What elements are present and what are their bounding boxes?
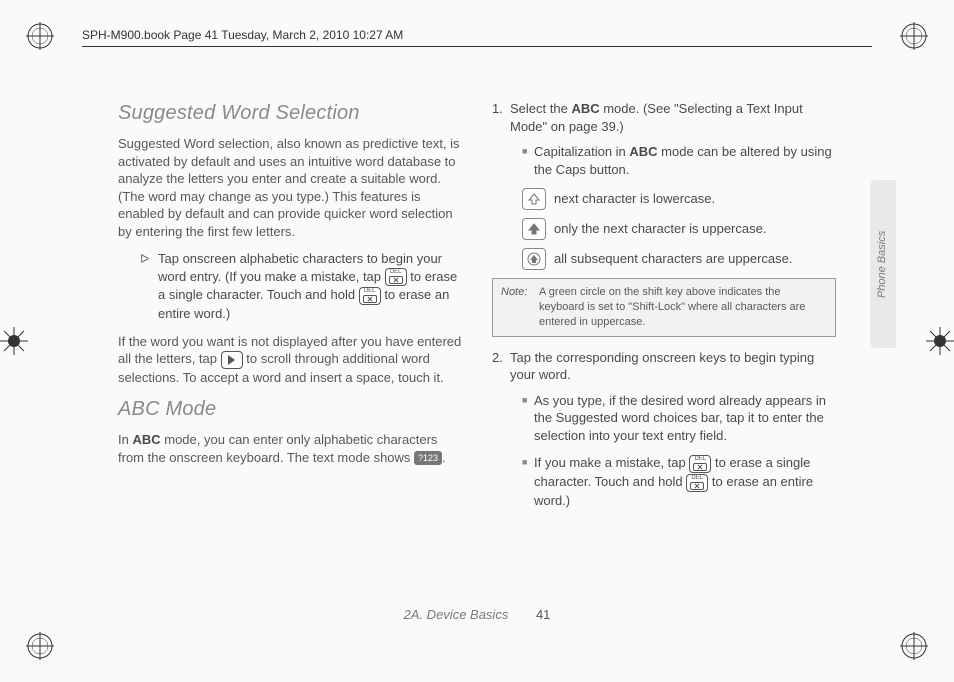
shift-key-icon: [522, 218, 546, 240]
abc-bold: ABC: [132, 432, 160, 447]
shift-state-single-upper: only the next character is uppercase.: [522, 218, 836, 240]
content-area: Suggested Word Selection Suggested Word …: [118, 100, 836, 610]
text: In: [118, 432, 132, 447]
sub-bullet-capitalization: ■ Capitalization in ABC mode can be alte…: [522, 143, 836, 178]
shift-key-icon: [522, 248, 546, 270]
registration-mark-icon: [900, 632, 928, 660]
para-scroll: If the word you want is not displayed af…: [118, 333, 462, 387]
delete-key-icon: DEL: [359, 287, 381, 305]
left-column: Suggested Word Selection Suggested Word …: [118, 100, 462, 610]
delete-key-icon: DEL: [686, 474, 708, 492]
sub-bullet-mistake: ■ If you make a mistake, tap DEL to eras…: [522, 454, 836, 509]
heading-suggested-word: Suggested Word Selection: [118, 100, 462, 127]
abc-bold: ABC: [571, 101, 599, 116]
registration-mark-icon: [900, 22, 928, 50]
text: If you make a mistake, tap: [534, 455, 689, 470]
text: As you type, if the desired word already…: [534, 392, 836, 445]
step-number: 2.: [492, 349, 510, 384]
step-2: 2. Tap the corresponding onscreen keys t…: [492, 349, 836, 384]
right-column: 1. Select the ABC mode. (See "Selecting …: [492, 100, 836, 610]
sub-bullet-suggested-word: ■ As you type, if the desired word alrea…: [522, 392, 836, 445]
text: Select the: [510, 101, 571, 116]
para-intro: Suggested Word selection, also known as …: [118, 135, 462, 240]
step-1: 1. Select the ABC mode. (See "Selecting …: [492, 100, 836, 135]
crop-mark-icon: [0, 327, 28, 355]
square-bullet-icon: ■: [522, 143, 534, 178]
page-header: SPH-M900.book Page 41 Tuesday, March 2, …: [82, 27, 872, 47]
square-bullet-icon: ■: [522, 392, 534, 445]
square-bullet-icon: ■: [522, 454, 534, 509]
text: next character is lowercase.: [554, 190, 715, 208]
note-box: Note: A green circle on the shift key ab…: [492, 278, 836, 337]
heading-abc-mode: ABC Mode: [118, 396, 462, 423]
bullet-tap-characters: ᐅ Tap onscreen alphabetic characters to …: [140, 250, 462, 322]
footer-section: 2A. Device Basics: [404, 607, 509, 622]
text: all subsequent characters are uppercase.: [554, 250, 792, 268]
text: .: [442, 450, 446, 465]
delete-key-icon: DEL: [385, 268, 407, 286]
note-text: A green circle on the shift key above in…: [539, 285, 827, 330]
side-tab-label: Phone Basics: [876, 230, 891, 297]
text: Tap the corresponding onscreen keys to b…: [510, 349, 836, 384]
delete-key-icon: DEL: [689, 455, 711, 473]
para-abc-mode: In ABC mode, you can enter only alphabet…: [118, 431, 462, 466]
side-tab: Phone Basics: [870, 180, 896, 348]
abc-bold: ABC: [629, 144, 657, 159]
step-number: 1.: [492, 100, 510, 135]
text: Capitalization in: [534, 144, 629, 159]
note-label: Note:: [501, 285, 539, 330]
scroll-right-icon: [221, 351, 243, 369]
shift-state-lock: all subsequent characters are uppercase.: [522, 248, 836, 270]
shift-key-icon: [522, 188, 546, 210]
registration-mark-icon: [26, 22, 54, 50]
registration-mark-icon: [26, 632, 54, 660]
text: only the next character is uppercase.: [554, 220, 766, 238]
text: mode, you can enter only alphabetic char…: [118, 432, 437, 465]
page-number: 41: [536, 607, 550, 622]
shift-state-lowercase: next character is lowercase.: [522, 188, 836, 210]
crop-mark-icon: [926, 327, 954, 355]
page-footer: 2A. Device Basics 41: [0, 606, 954, 624]
text-mode-icon: ?123: [414, 451, 442, 465]
arrow-bullet-icon: ᐅ: [140, 250, 158, 322]
